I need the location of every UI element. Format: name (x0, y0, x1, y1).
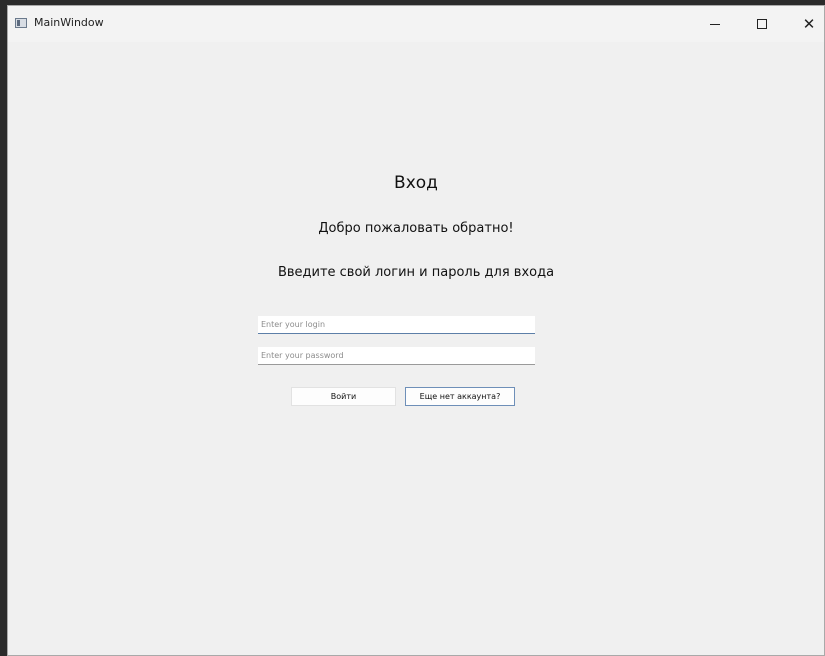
close-icon: ✕ (802, 14, 816, 33)
minimize-button[interactable] (692, 6, 738, 42)
close-button[interactable]: ✕ (786, 6, 824, 42)
welcome-text: Добро пожаловать обратно! (318, 221, 514, 236)
window-title: MainWindow (34, 16, 104, 29)
login-form: Вход Добро пожаловать обратно! Введите с… (8, 42, 824, 655)
register-button[interactable]: Еще нет аккаунта? (405, 387, 515, 406)
app-window-icon (15, 18, 27, 28)
minimize-icon (710, 23, 720, 25)
password-input[interactable] (258, 347, 535, 365)
login-input[interactable] (258, 316, 535, 334)
instruction-text: Введите свой логин и пароль для входа (277, 265, 555, 280)
maximize-icon (757, 19, 767, 29)
page-title: Вход (394, 173, 438, 193)
login-button[interactable]: Войти (291, 387, 396, 406)
main-window: MainWindow ✕ Вход Добро пожаловать обрат… (7, 5, 825, 656)
maximize-button[interactable] (739, 6, 785, 42)
title-bar[interactable]: MainWindow ✕ (8, 6, 824, 42)
